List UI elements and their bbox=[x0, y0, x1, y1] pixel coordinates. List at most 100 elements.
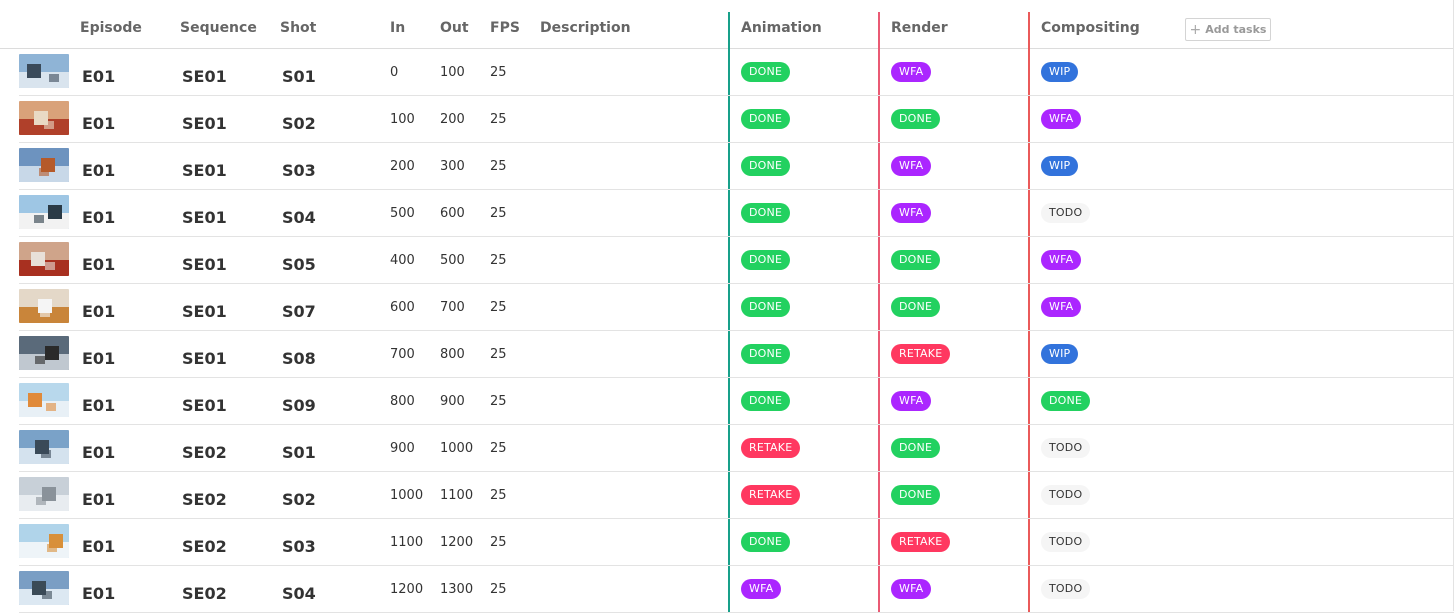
table-row[interactable]: E01 SE02 S03 1100 1200 25 DONE RETAKE TODO bbox=[19, 519, 1454, 566]
shot-thumbnail[interactable] bbox=[19, 477, 69, 511]
cell-compositing[interactable]: WFA bbox=[1041, 237, 1082, 283]
compositing-status-badge[interactable]: DONE bbox=[1041, 391, 1091, 411]
column-header-out[interactable]: Out bbox=[440, 20, 469, 36]
cell-compositing[interactable]: TODO bbox=[1041, 519, 1091, 565]
animation-status-badge[interactable]: DONE bbox=[741, 109, 791, 129]
table-row[interactable]: E01 SE01 S07 600 700 25 DONE DONE WFA bbox=[19, 284, 1454, 331]
column-header-compositing[interactable]: Compositing bbox=[1041, 20, 1140, 36]
render-status-badge[interactable]: WFA bbox=[891, 579, 932, 599]
render-status-badge[interactable]: RETAKE bbox=[891, 344, 951, 364]
cell-animation[interactable]: DONE bbox=[741, 190, 791, 236]
cell-animation[interactable]: DONE bbox=[741, 143, 791, 189]
table-row[interactable]: E01 SE01 S01 0 100 25 DONE WFA WIP bbox=[19, 49, 1454, 96]
cell-render[interactable]: RETAKE bbox=[891, 331, 951, 377]
render-status-badge[interactable]: DONE bbox=[891, 485, 941, 505]
render-status-badge[interactable]: WFA bbox=[891, 156, 932, 176]
render-status-badge[interactable]: RETAKE bbox=[891, 532, 951, 552]
column-header-description[interactable]: Description bbox=[540, 20, 631, 36]
render-status-badge[interactable]: DONE bbox=[891, 109, 941, 129]
cell-render[interactable]: WFA bbox=[891, 190, 932, 236]
cell-compositing[interactable]: TODO bbox=[1041, 425, 1091, 471]
cell-animation[interactable]: DONE bbox=[741, 96, 791, 142]
cell-render[interactable]: DONE bbox=[891, 237, 941, 283]
table-row[interactable]: E01 SE02 S02 1000 1100 25 RETAKE DONE TODO bbox=[19, 472, 1454, 519]
shot-thumbnail[interactable] bbox=[19, 430, 69, 464]
cell-render[interactable]: WFA bbox=[891, 378, 932, 424]
cell-render[interactable]: DONE bbox=[891, 425, 941, 471]
animation-status-badge[interactable]: DONE bbox=[741, 156, 791, 176]
shot-thumbnail[interactable] bbox=[19, 101, 69, 135]
cell-compositing[interactable]: WFA bbox=[1041, 284, 1082, 330]
animation-status-badge[interactable]: DONE bbox=[741, 62, 791, 82]
animation-status-badge[interactable]: RETAKE bbox=[741, 438, 801, 458]
column-header-render[interactable]: Render bbox=[891, 20, 948, 36]
animation-status-badge[interactable]: DONE bbox=[741, 203, 791, 223]
cell-animation[interactable]: RETAKE bbox=[741, 472, 801, 518]
cell-animation[interactable]: WFA bbox=[741, 566, 782, 612]
shot-thumbnail[interactable] bbox=[19, 571, 69, 605]
table-row[interactable]: E01 SE02 S01 900 1000 25 RETAKE DONE TODO bbox=[19, 425, 1454, 472]
cell-compositing[interactable]: WIP bbox=[1041, 143, 1079, 189]
table-row[interactable]: E01 SE02 S04 1200 1300 25 WFA WFA TODO bbox=[19, 566, 1454, 613]
shot-thumbnail[interactable] bbox=[19, 383, 69, 417]
compositing-status-badge[interactable]: TODO bbox=[1041, 579, 1091, 599]
cell-render[interactable]: DONE bbox=[891, 472, 941, 518]
shot-thumbnail[interactable] bbox=[19, 289, 69, 323]
cell-animation[interactable]: DONE bbox=[741, 331, 791, 377]
cell-compositing[interactable]: WIP bbox=[1041, 49, 1079, 95]
cell-render[interactable]: DONE bbox=[891, 96, 941, 142]
render-status-badge[interactable]: DONE bbox=[891, 438, 941, 458]
shot-thumbnail[interactable] bbox=[19, 524, 69, 558]
column-header-fps[interactable]: FPS bbox=[490, 20, 520, 36]
column-header-sequence[interactable]: Sequence bbox=[180, 20, 257, 36]
cell-animation[interactable]: DONE bbox=[741, 284, 791, 330]
cell-render[interactable]: RETAKE bbox=[891, 519, 951, 565]
render-status-badge[interactable]: WFA bbox=[891, 62, 932, 82]
table-row[interactable]: E01 SE01 S02 100 200 25 DONE DONE WFA bbox=[19, 96, 1454, 143]
compositing-status-badge[interactable]: TODO bbox=[1041, 438, 1091, 458]
compositing-status-badge[interactable]: WFA bbox=[1041, 297, 1082, 317]
cell-compositing[interactable]: TODO bbox=[1041, 190, 1091, 236]
cell-compositing[interactable]: DONE bbox=[1041, 378, 1091, 424]
compositing-status-badge[interactable]: WFA bbox=[1041, 250, 1082, 270]
table-row[interactable]: E01 SE01 S03 200 300 25 DONE WFA WIP bbox=[19, 143, 1454, 190]
table-row[interactable]: E01 SE01 S09 800 900 25 DONE WFA DONE bbox=[19, 378, 1454, 425]
column-header-episode[interactable]: Episode bbox=[80, 20, 142, 36]
table-row[interactable]: E01 SE01 S04 500 600 25 DONE WFA TODO bbox=[19, 190, 1454, 237]
cell-animation[interactable]: DONE bbox=[741, 237, 791, 283]
cell-animation[interactable]: DONE bbox=[741, 519, 791, 565]
animation-status-badge[interactable]: DONE bbox=[741, 297, 791, 317]
animation-status-badge[interactable]: DONE bbox=[741, 250, 791, 270]
animation-status-badge[interactable]: DONE bbox=[741, 344, 791, 364]
table-row[interactable]: E01 SE01 S05 400 500 25 DONE DONE WFA bbox=[19, 237, 1454, 284]
compositing-status-badge[interactable]: WFA bbox=[1041, 109, 1082, 129]
add-tasks-button[interactable]: + Add tasks bbox=[1185, 18, 1271, 41]
cell-animation[interactable]: DONE bbox=[741, 378, 791, 424]
cell-compositing[interactable]: TODO bbox=[1041, 472, 1091, 518]
render-status-badge[interactable]: DONE bbox=[891, 250, 941, 270]
shot-thumbnail[interactable] bbox=[19, 195, 69, 229]
animation-status-badge[interactable]: RETAKE bbox=[741, 485, 801, 505]
compositing-status-badge[interactable]: TODO bbox=[1041, 485, 1091, 505]
cell-compositing[interactable]: TODO bbox=[1041, 566, 1091, 612]
column-header-animation[interactable]: Animation bbox=[741, 20, 822, 36]
shot-thumbnail[interactable] bbox=[19, 148, 69, 182]
animation-status-badge[interactable]: DONE bbox=[741, 391, 791, 411]
render-status-badge[interactable]: WFA bbox=[891, 391, 932, 411]
cell-animation[interactable]: DONE bbox=[741, 49, 791, 95]
compositing-status-badge[interactable]: WIP bbox=[1041, 62, 1079, 82]
compositing-status-badge[interactable]: WIP bbox=[1041, 344, 1079, 364]
shot-thumbnail[interactable] bbox=[19, 336, 69, 370]
table-row[interactable]: E01 SE01 S08 700 800 25 DONE RETAKE WIP bbox=[19, 331, 1454, 378]
render-status-badge[interactable]: WFA bbox=[891, 203, 932, 223]
cell-render[interactable]: WFA bbox=[891, 566, 932, 612]
cell-compositing[interactable]: WFA bbox=[1041, 96, 1082, 142]
cell-render[interactable]: DONE bbox=[891, 284, 941, 330]
cell-render[interactable]: WFA bbox=[891, 143, 932, 189]
column-header-shot[interactable]: Shot bbox=[280, 20, 316, 36]
compositing-status-badge[interactable]: TODO bbox=[1041, 532, 1091, 552]
animation-status-badge[interactable]: WFA bbox=[741, 579, 782, 599]
shot-thumbnail[interactable] bbox=[19, 242, 69, 276]
column-header-in[interactable]: In bbox=[390, 20, 405, 36]
cell-render[interactable]: WFA bbox=[891, 49, 932, 95]
